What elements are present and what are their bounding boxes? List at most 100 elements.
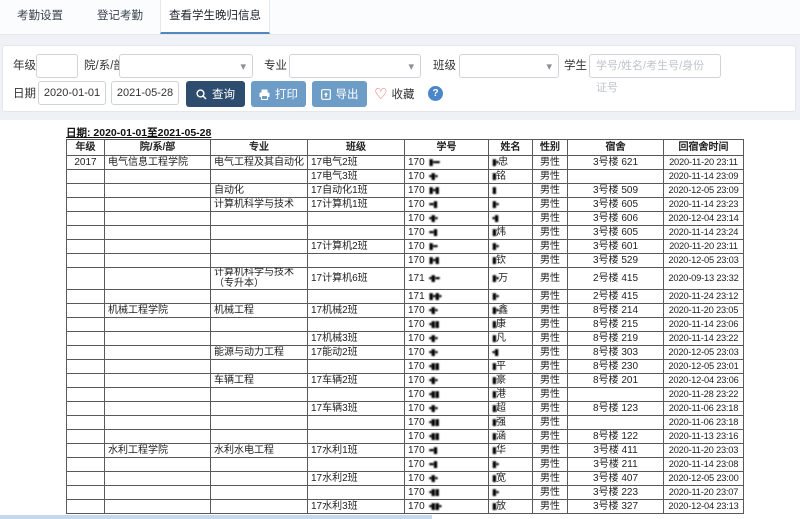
table-row: 水利工程学院水利水电工程17水利1班170▪▪▮▮华男性3号楼 4112020-…: [67, 444, 744, 458]
cell-student-id: 170▪▮▪: [405, 170, 489, 184]
cell-return-time: 2020-11-06 23:18: [664, 416, 744, 430]
cell-college: [105, 170, 211, 184]
cell-return-time: 2020-11-14 23:08: [664, 458, 744, 472]
cell-student-id: 170▪▮▪: [405, 304, 489, 318]
date-label: 日期: [13, 82, 36, 106]
cell-name: ▮平: [489, 360, 533, 374]
cell-class: 17能动2班: [308, 346, 405, 360]
cell-grade: [67, 318, 105, 332]
cell-major: [211, 318, 308, 332]
cell-gender: 男性: [533, 212, 568, 226]
favorite-button[interactable]: ♡ 收藏: [374, 84, 414, 104]
cell-gender: 男性: [533, 156, 568, 170]
cell-name: ▮强: [489, 416, 533, 430]
query-button[interactable]: 查询: [186, 81, 245, 107]
tab-view-late-return-info[interactable]: 查看学生晚归信息: [160, 0, 270, 34]
table-header-row: 年级院/系/部专业班级学号姓名性别宿舍回宿舍时间: [67, 140, 744, 156]
cell-grade: [67, 304, 105, 318]
cell-class: [308, 416, 405, 430]
cell-class: 17计算机6班: [308, 268, 405, 290]
major-select[interactable]: ▾: [289, 54, 421, 78]
cell-grade: [67, 290, 105, 304]
cell-return-time: 2020-12-05 23:01: [664, 360, 744, 374]
cell-name: ▪▮: [489, 212, 533, 226]
cell-return-time: 2020-11-06 23:18: [664, 402, 744, 416]
grade-input[interactable]: [36, 54, 78, 78]
table-row: 计算机科学与技术（专升本）17计算机6班171▪▮▪▪▮▪万男性2号楼 4152…: [67, 268, 744, 290]
cell-student-id: 170▮▪▪: [405, 240, 489, 254]
cell-name: ▮: [489, 184, 533, 198]
table-row: 170▪▪▮▮炜男性3号楼 6052020-11-14 23:24: [67, 226, 744, 240]
cell-dorm: 8号楼 303: [568, 346, 664, 360]
table-row: 170▪▮▮▮平男性8号楼 2302020-12-05 23:01: [67, 360, 744, 374]
cell-student-id: 170▪▮▮: [405, 430, 489, 444]
cell-dorm: 3号楼 621: [568, 156, 664, 170]
cell-grade: 2017: [67, 156, 105, 170]
print-button-label: 打印: [275, 86, 298, 102]
cell-dorm: 3号楼 509: [568, 184, 664, 198]
cell-dorm: 8号楼 122: [568, 430, 664, 444]
table-row: 171▮▪▮▪▮▪男性2号楼 4152020-11-24 23:12: [67, 290, 744, 304]
cell-major: 计算机科学与技术（专升本）: [211, 268, 308, 290]
cell-major: 自动化: [211, 184, 308, 198]
class-label: 班级: [433, 54, 456, 78]
column-header: 班级: [308, 140, 405, 156]
cell-gender: 男性: [533, 304, 568, 318]
cell-name: ▮凡: [489, 332, 533, 346]
cell-grade: [67, 416, 105, 430]
cell-student-id: 171▪▮▪▪: [405, 268, 489, 290]
cell-name: ▮▪忠: [489, 156, 533, 170]
late-return-table: 年级院/系/部专业班级学号姓名性别宿舍回宿舍时间 2017电气信息工程学院电气工…: [66, 139, 744, 514]
help-icon[interactable]: ?: [428, 86, 443, 101]
cell-class: 17车辆2班: [308, 374, 405, 388]
cell-dorm: 3号楼 211: [568, 458, 664, 472]
cell-name: ▮钦: [489, 254, 533, 268]
cell-class: [308, 212, 405, 226]
cell-major: [211, 290, 308, 304]
college-select[interactable]: ▾: [119, 54, 253, 78]
cell-gender: 男性: [533, 198, 568, 212]
table-row: 计算机科学与技术17计算机1班170▪▪▮▮▪男性3号楼 6052020-11-…: [67, 198, 744, 212]
cell-class: 17水利2班: [308, 472, 405, 486]
table-row: 170▪▮▮▮涵男性8号楼 1222020-11-13 23:16: [67, 430, 744, 444]
cell-name: ▮涵: [489, 430, 533, 444]
cell-major: [211, 416, 308, 430]
filter-panel: 年级 院/系/部 ▾ 专业 ▾ 班级 ▾ 学生 学号/姓名/考生号/身份证号 日…: [2, 45, 796, 112]
cell-grade: [67, 430, 105, 444]
cell-college: [105, 416, 211, 430]
cell-return-time: 2020-11-24 23:12: [664, 290, 744, 304]
cell-return-time: 2020-11-20 23:11: [664, 156, 744, 170]
cell-gender: 男性: [533, 500, 568, 514]
cell-major: [211, 402, 308, 416]
table-row: 17水利2班170▪▮▪▮宽男性3号楼 4072020-12-05 23:00: [67, 472, 744, 486]
cell-college: [105, 346, 211, 360]
cell-class: 17水利1班: [308, 444, 405, 458]
cell-gender: 男性: [533, 416, 568, 430]
date-to-input[interactable]: 2021-05-28: [111, 81, 179, 105]
cell-name: ▮铭: [489, 170, 533, 184]
class-select[interactable]: ▾: [459, 54, 559, 78]
cell-return-time: 2020-11-20 23:07: [664, 486, 744, 500]
cell-return-time: 2020-11-14 23:22: [664, 332, 744, 346]
student-input[interactable]: 学号/姓名/考生号/身份证号: [589, 54, 721, 78]
print-button[interactable]: 打印: [251, 81, 306, 107]
cell-name: ▮▪: [489, 198, 533, 212]
tab-attendance-settings[interactable]: 考勤设置: [0, 0, 80, 34]
cell-grade: [67, 240, 105, 254]
cell-grade: [67, 388, 105, 402]
tab-register-attendance[interactable]: 登记考勤: [80, 0, 160, 34]
table-row: 17电气3班170▪▮▪▮铭男性2020-11-14 23:09: [67, 170, 744, 184]
cell-class: 17计算机1班: [308, 198, 405, 212]
table-row: 170▮▪▮▮钦男性3号楼 5292020-12-05 23:03: [67, 254, 744, 268]
cell-grade: [67, 198, 105, 212]
cell-dorm: 3号楼 605: [568, 226, 664, 240]
export-button[interactable]: 导出: [312, 81, 367, 107]
report-area: 日期: 2020-01-01至2021-05-28 年级院/系/部专业班级学号姓…: [0, 120, 800, 519]
cell-college: [105, 402, 211, 416]
date-from-input[interactable]: 2020-01-01: [38, 81, 106, 105]
cell-return-time: 2020-11-14 23:09: [664, 170, 744, 184]
cell-major: [211, 254, 308, 268]
horizontal-scrollbar[interactable]: [0, 515, 432, 519]
cell-class: 17水利3班: [308, 500, 405, 514]
cell-name: ▮▪万: [489, 268, 533, 290]
